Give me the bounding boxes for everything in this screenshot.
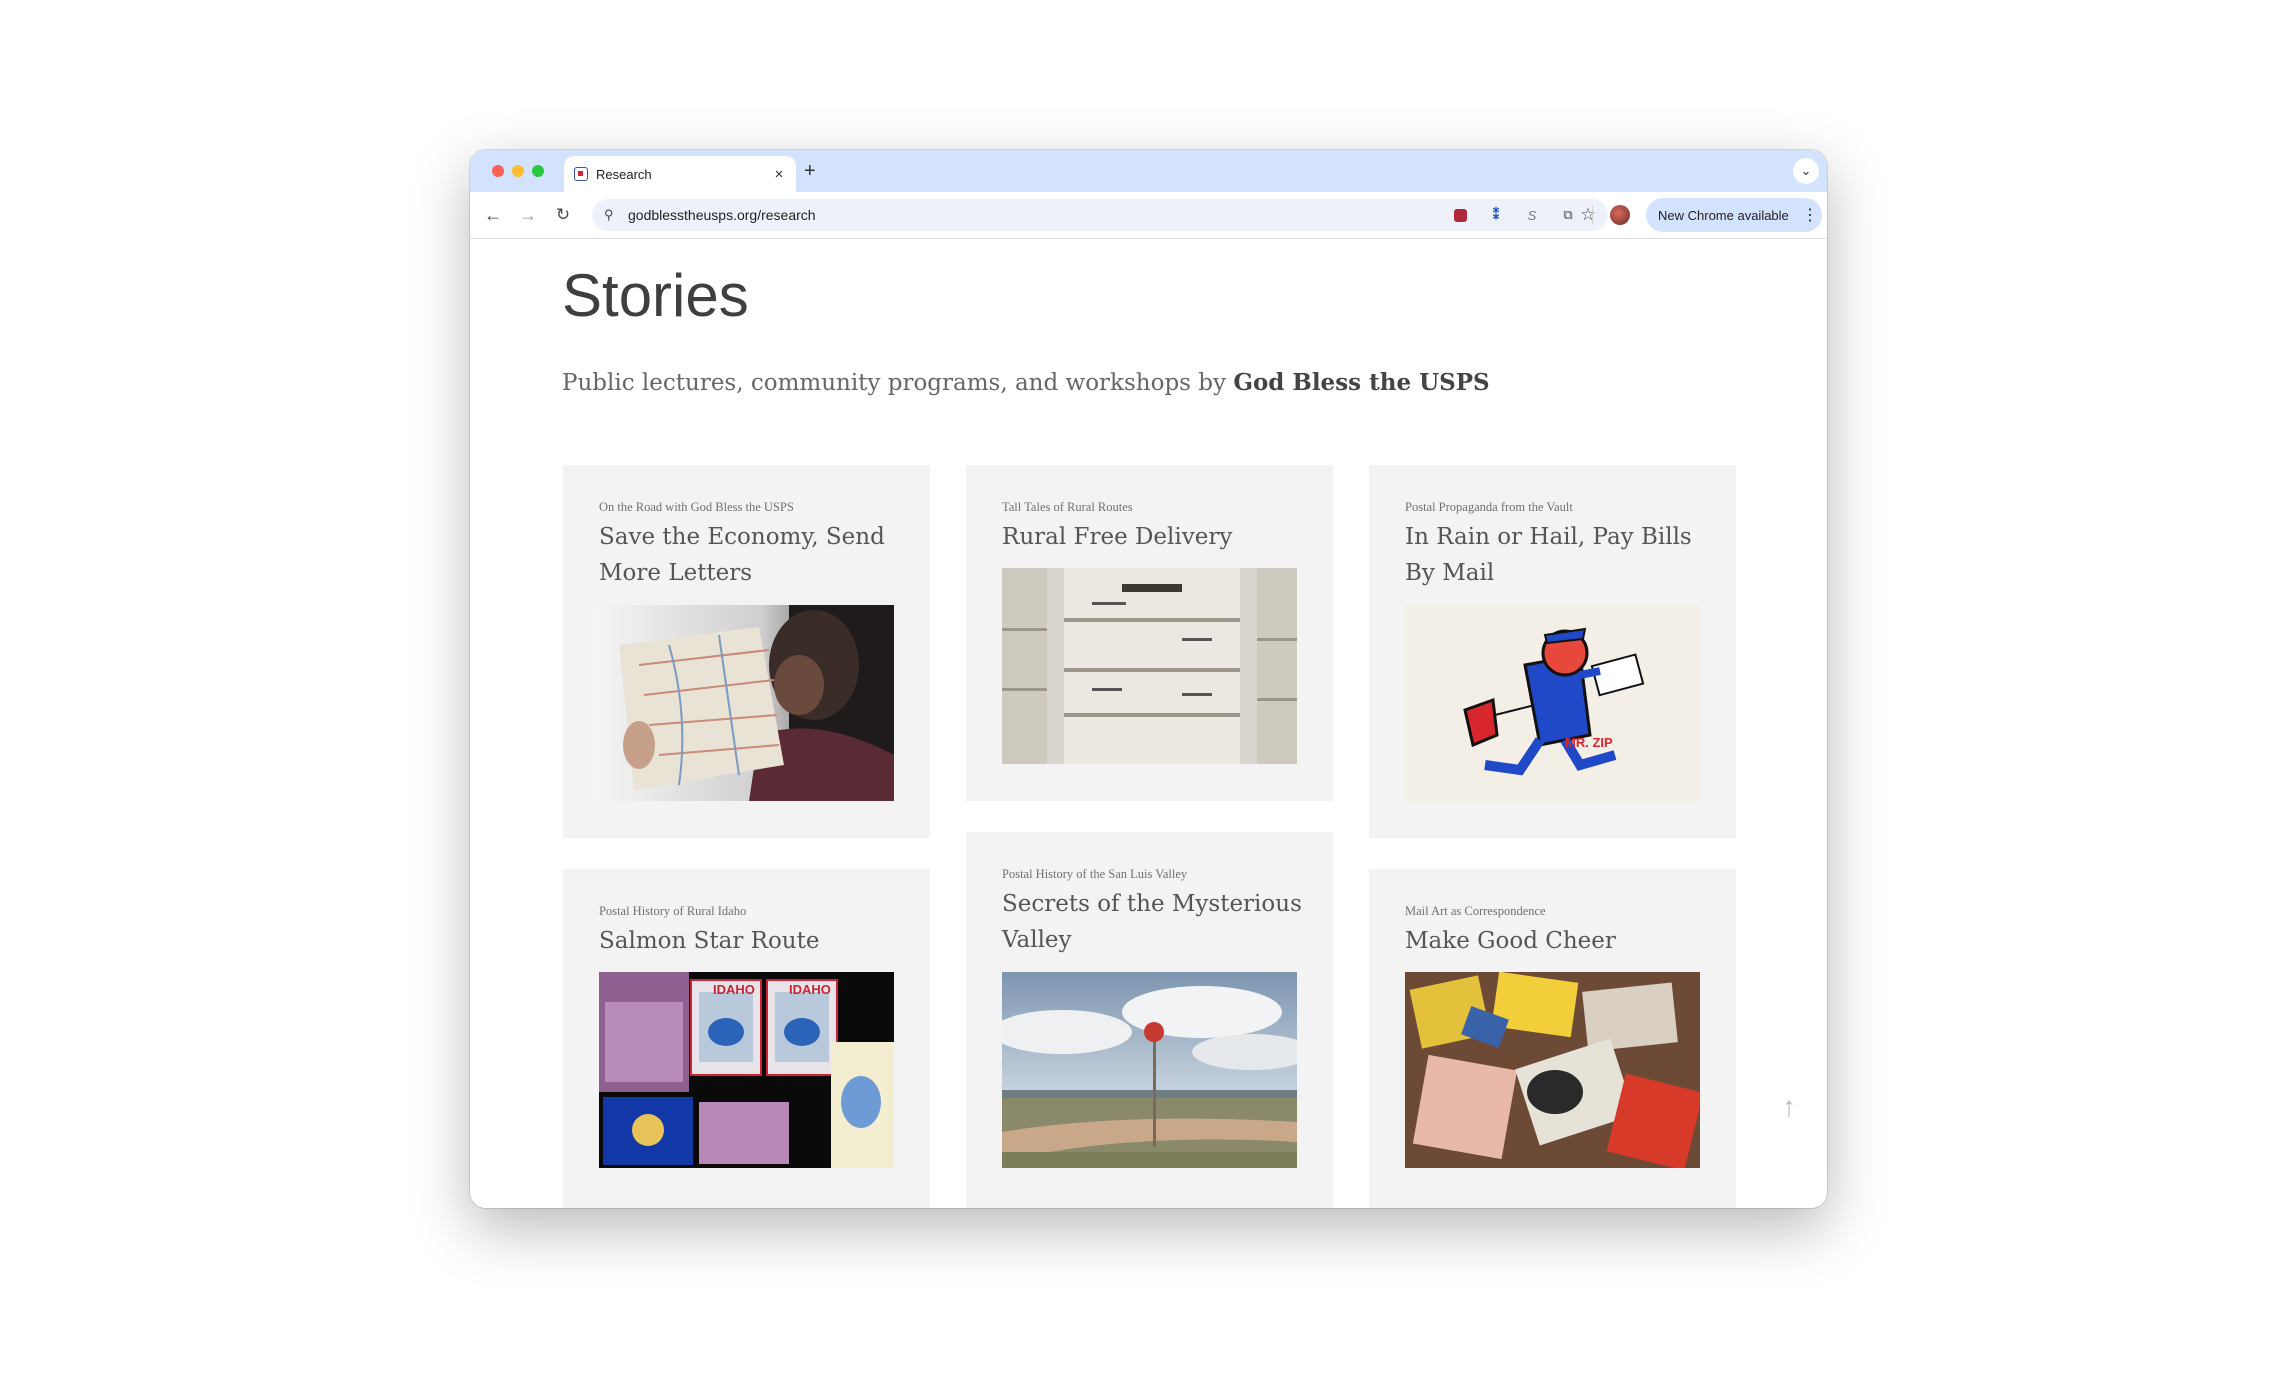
story-card[interactable]: Mail Art as Correspondence Make Good Che… <box>1369 869 1736 1208</box>
mail-art-collage-image <box>1405 972 1700 1168</box>
mr-zip-caption: MR. ZIP <box>1565 735 1613 750</box>
story-card[interactable]: Tall Tales of Rural Routes Rural Free De… <box>966 465 1333 801</box>
extension-icon[interactable]: ⁑ <box>1486 205 1506 225</box>
card-image[interactable] <box>1002 972 1297 1168</box>
profile-avatar-icon[interactable] <box>1610 205 1630 225</box>
card-kicker: Postal History of Rural Idaho <box>599 904 747 918</box>
tab-research[interactable]: Research × <box>564 156 796 192</box>
card-title[interactable]: Rural Free Delivery <box>1002 519 1302 555</box>
intro-brand: God Bless the USPS <box>1233 369 1490 396</box>
extension-icon[interactable]: S <box>1522 205 1542 225</box>
idaho-stamp-label: IDAHO <box>789 982 831 997</box>
browser-window: Research × + ⌄ ← → ↻ ⚲ godblesstheusps.o… <box>470 150 1827 1208</box>
idaho-stamp-label: IDAHO <box>713 982 755 997</box>
update-chrome-button[interactable]: New Chrome available ⋮ <box>1646 198 1822 232</box>
url-text[interactable]: godblesstheusps.org/research <box>628 207 1574 223</box>
site-info-icon[interactable]: ⚲ <box>604 207 622 223</box>
site-favicon-icon <box>574 167 588 181</box>
page-content: Stories Public lectures, community progr… <box>470 239 1827 1208</box>
card-kicker: Postal History of the San Luis Valley <box>1002 867 1188 881</box>
back-to-top-icon[interactable]: ↑ <box>1782 1091 1796 1123</box>
intro-text: Public lectures, community programs, and… <box>562 370 1234 396</box>
idaho-stamps-image <box>599 972 894 1168</box>
map-reading-image <box>599 605 894 801</box>
story-card[interactable]: Postal History of Rural Idaho Salmon Sta… <box>563 869 930 1208</box>
extension-icon[interactable] <box>1450 205 1470 225</box>
card-image[interactable] <box>1405 972 1700 1168</box>
reload-icon[interactable]: ↻ <box>550 202 576 228</box>
card-image[interactable]: IDAHO IDAHO <box>599 972 894 1168</box>
card-image[interactable] <box>599 605 894 801</box>
page-title: Stories <box>562 262 749 329</box>
card-kicker: Tall Tales of Rural Routes <box>1002 500 1133 514</box>
tab-title: Research <box>596 166 652 182</box>
new-tab-button[interactable]: + <box>804 160 816 182</box>
card-kicker: On the Road with God Bless the USPS <box>599 500 794 514</box>
tab-strip: Research × + ⌄ <box>470 150 1827 192</box>
card-title[interactable]: Save the Economy, Send More Letters <box>599 519 899 591</box>
update-label: New Chrome available <box>1658 207 1789 223</box>
story-card[interactable]: Postal Propaganda from the Vault In Rain… <box>1369 465 1736 838</box>
card-image[interactable]: MR. ZIP <box>1405 605 1700 801</box>
more-menu-icon[interactable]: ⋮ <box>1798 205 1822 225</box>
mr-zip-image <box>1405 605 1700 801</box>
tab-search-icon[interactable]: ⌄ <box>1793 158 1819 184</box>
card-title[interactable]: Salmon Star Route <box>599 923 899 959</box>
story-card[interactable]: Postal History of the San Luis Valley Se… <box>966 832 1333 1208</box>
extensions-puzzle-icon[interactable]: ⧉ <box>1558 205 1578 225</box>
close-window-button[interactable] <box>492 165 504 177</box>
card-kicker: Mail Art as Correspondence <box>1405 904 1546 918</box>
card-title[interactable]: Secrets of the Mysterious Valley <box>1002 886 1302 958</box>
bookmark-star-icon[interactable]: ☆ <box>1574 205 1602 225</box>
card-kicker: Postal Propaganda from the Vault <box>1405 500 1573 514</box>
story-card[interactable]: On the Road with God Bless the USPS Save… <box>563 465 930 838</box>
toolbar-divider <box>1592 206 1593 224</box>
browser-toolbar: ← → ↻ ⚲ godblesstheusps.org/research ☆ ⁑… <box>470 192 1827 239</box>
card-image[interactable] <box>1002 568 1297 764</box>
minimize-window-button[interactable] <box>512 165 524 177</box>
card-title[interactable]: In Rain or Hail, Pay Bills By Mail <box>1405 519 1705 591</box>
card-title[interactable]: Make Good Cheer <box>1405 923 1705 959</box>
zoom-window-button[interactable] <box>532 165 544 177</box>
page-intro: Public lectures, community programs, and… <box>562 369 1490 396</box>
valley-road-image <box>1002 972 1297 1168</box>
tab-close-icon[interactable]: × <box>770 165 788 183</box>
back-icon[interactable]: ← <box>480 202 506 228</box>
mail-trays-image <box>1002 568 1297 764</box>
forward-icon[interactable]: → <box>515 202 541 228</box>
